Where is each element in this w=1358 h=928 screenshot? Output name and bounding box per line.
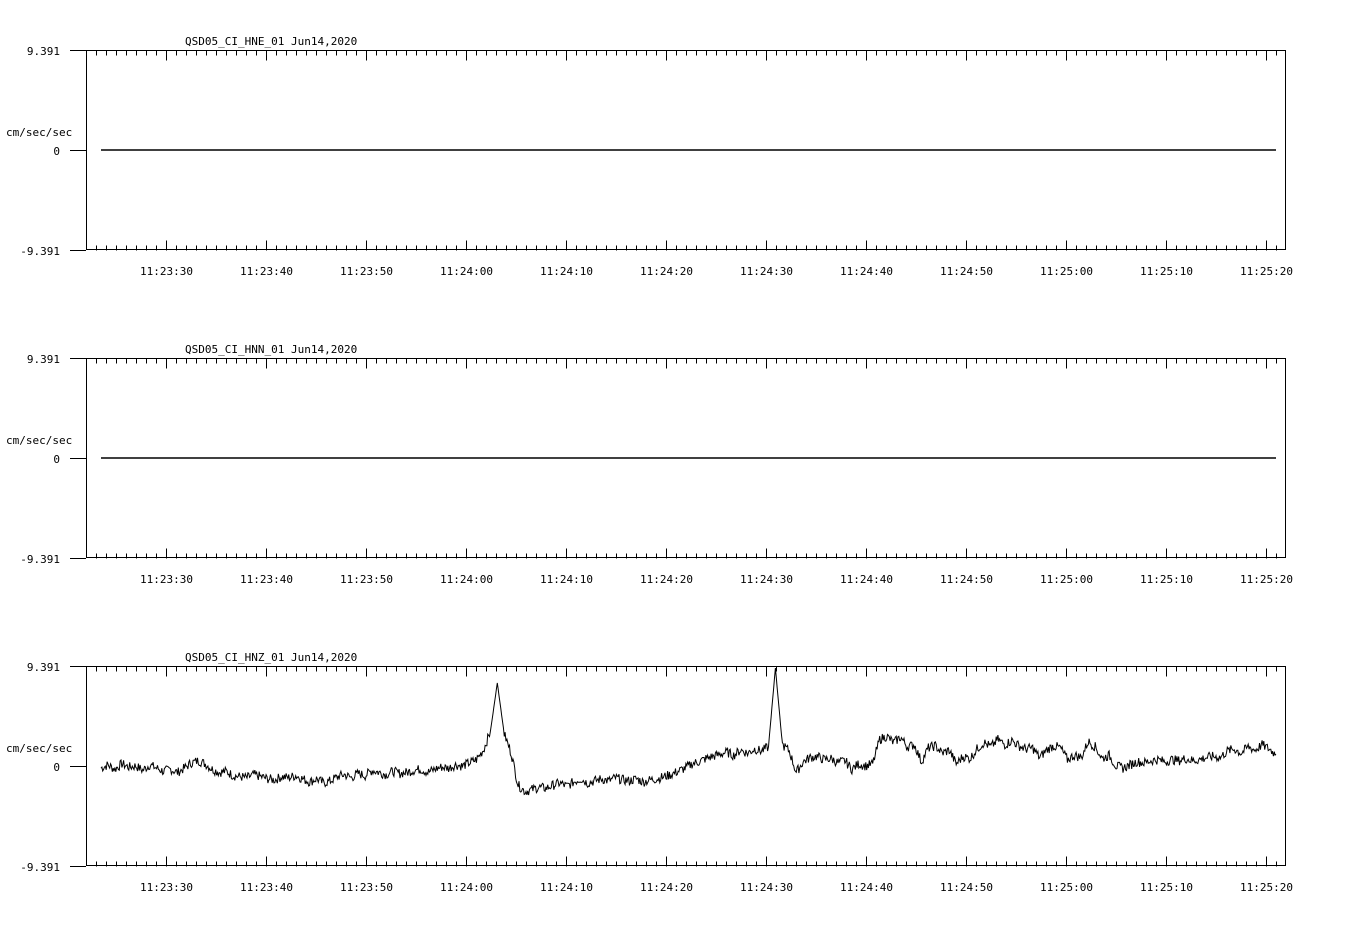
y-axis-label: cm/sec/sec (6, 434, 72, 447)
seismogram-figure: QSD05_CI_HNE_01 Jun14,2020 9.391 0 -9.39… (0, 0, 1358, 924)
x-tick-label: 11:23:30 (140, 881, 193, 894)
x-tick-label: 11:24:40 (840, 265, 893, 278)
x-tick-label: 11:24:20 (640, 265, 693, 278)
x-tick-label: 11:25:10 (1140, 265, 1193, 278)
x-tick-labels: 11:23:30 11:23:40 11:23:50 11:24:00 11:2… (140, 881, 1293, 894)
x-tick-label: 11:23:30 (140, 573, 193, 586)
x-tick-labels: 11:23:30 11:23:40 11:23:50 11:24:00 11:2… (140, 265, 1293, 278)
panel-title: QSD05_CI_HNZ_01 Jun14,2020 (185, 651, 357, 664)
x-tick-label: 11:24:30 (740, 573, 793, 586)
y-tick-label-top: 9.391 (27, 353, 60, 366)
y-tick-marks (70, 358, 86, 559)
x-tick-label: 11:24:00 (440, 265, 493, 278)
x-tick-label: 11:25:10 (1140, 573, 1193, 586)
y-tick-label-zero: 0 (53, 761, 60, 774)
x-tick-label: 11:23:40 (240, 881, 293, 894)
x-tick-label: 11:25:10 (1140, 881, 1193, 894)
x-tick-label: 11:24:40 (840, 573, 893, 586)
x-tick-label: 11:24:50 (940, 573, 993, 586)
x-tick-label: 11:24:00 (440, 573, 493, 586)
x-ticks (96, 666, 1277, 867)
x-tick-label: 11:23:40 (240, 573, 293, 586)
x-tick-label: 11:23:40 (240, 265, 293, 278)
x-tick-label: 11:24:30 (740, 881, 793, 894)
x-tick-label: 11:25:00 (1040, 881, 1093, 894)
x-tick-label: 11:24:10 (540, 265, 593, 278)
y-tick-label-zero: 0 (53, 453, 60, 466)
x-tick-label: 11:23:50 (340, 265, 393, 278)
x-tick-label: 11:23:30 (140, 265, 193, 278)
y-tick-label-bottom: -9.391 (20, 861, 60, 874)
x-tick-label: 11:24:50 (940, 881, 993, 894)
y-tick-label-zero: 0 (53, 145, 60, 158)
panel-hnn: QSD05_CI_HNN_01 Jun14,2020 9.391 0 -9.39… (6, 343, 1293, 586)
x-tick-label: 11:24:20 (640, 881, 693, 894)
seismogram-svg: QSD05_CI_HNE_01 Jun14,2020 9.391 0 -9.39… (6, 35, 1293, 894)
x-tick-label: 11:24:10 (540, 573, 593, 586)
x-tick-label: 11:24:40 (840, 881, 893, 894)
x-tick-label: 11:24:30 (740, 265, 793, 278)
y-tick-label-bottom: -9.391 (20, 553, 60, 566)
x-tick-label: 11:23:50 (340, 881, 393, 894)
panel-hnz: QSD05_CI_HNZ_01 Jun14,2020 9.391 0 -9.39… (6, 651, 1293, 894)
x-tick-label: 11:24:20 (640, 573, 693, 586)
panel-title: QSD05_CI_HNN_01 Jun14,2020 (185, 343, 357, 356)
x-tick-label: 11:25:20 (1240, 881, 1293, 894)
y-axis-label: cm/sec/sec (6, 742, 72, 755)
x-tick-label: 11:25:20 (1240, 265, 1293, 278)
y-tick-label-bottom: -9.391 (20, 245, 60, 258)
x-tick-label: 11:25:00 (1040, 265, 1093, 278)
y-tick-label-top: 9.391 (27, 661, 60, 674)
x-tick-label: 11:25:20 (1240, 573, 1293, 586)
x-tick-label: 11:24:50 (940, 265, 993, 278)
y-tick-marks (70, 50, 86, 251)
x-tick-label: 11:24:10 (540, 881, 593, 894)
x-tick-label: 11:24:00 (440, 881, 493, 894)
y-tick-label-top: 9.391 (27, 45, 60, 58)
panel-hne: QSD05_CI_HNE_01 Jun14,2020 9.391 0 -9.39… (6, 35, 1293, 278)
y-tick-marks (70, 666, 86, 867)
panel-title: QSD05_CI_HNE_01 Jun14,2020 (185, 35, 357, 48)
x-tick-label: 11:23:50 (340, 573, 393, 586)
x-tick-label: 11:25:00 (1040, 573, 1093, 586)
x-tick-labels: 11:23:30 11:23:40 11:23:50 11:24:00 11:2… (140, 573, 1293, 586)
y-axis-label: cm/sec/sec (6, 126, 72, 139)
waveform-trace (100, 667, 1277, 796)
